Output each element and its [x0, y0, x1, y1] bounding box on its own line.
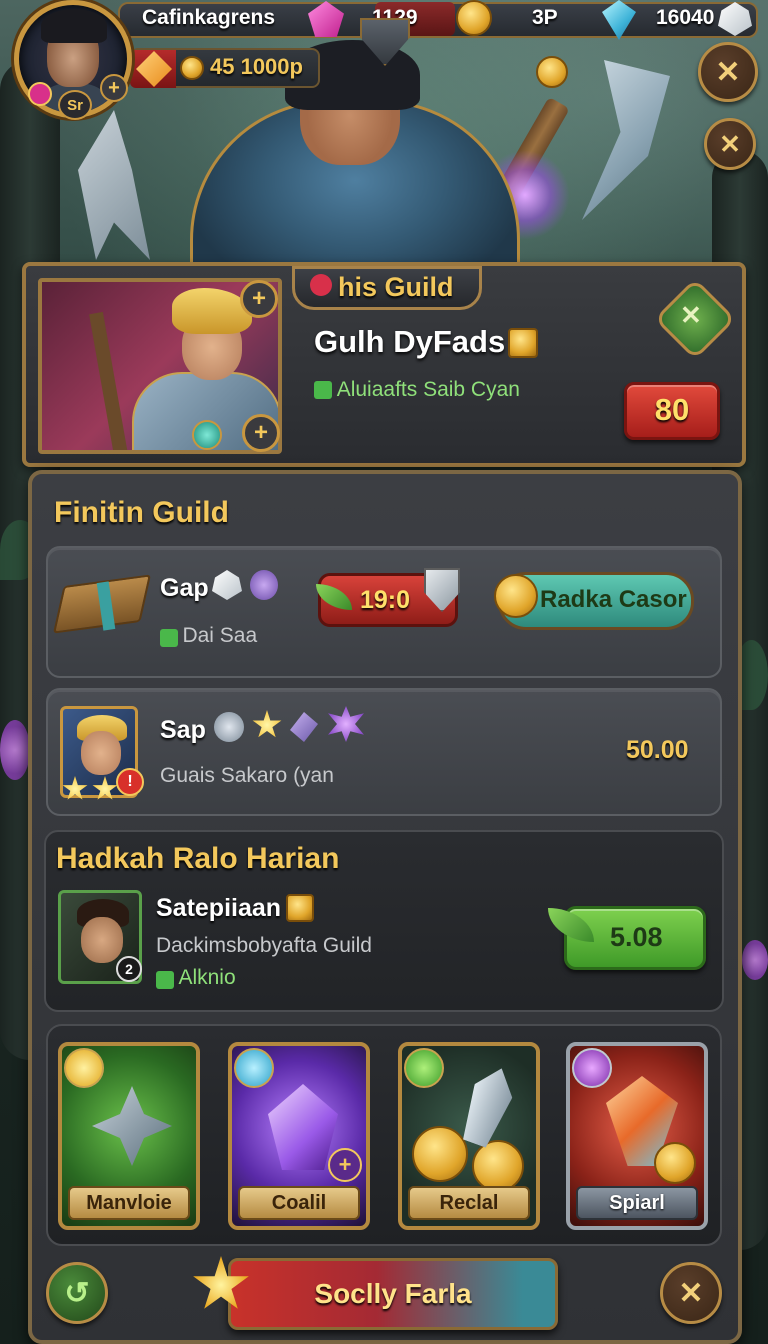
guild-value: 80: [654, 392, 690, 427]
heart-badge-icon: [28, 82, 52, 106]
leaf-badge-icon: [404, 1048, 444, 1088]
portrait-face: [81, 731, 121, 775]
staff: [89, 311, 129, 450]
item-label: Manvloie: [68, 1186, 190, 1220]
check-icon: [314, 381, 332, 400]
coin-stack-icon: [412, 1126, 468, 1182]
item-label: Spiarl: [576, 1186, 698, 1220]
back-button[interactable]: ↺: [46, 1262, 108, 1324]
crystal-count: 16040: [656, 6, 715, 29]
guild-name: Gulh DyFads: [314, 324, 506, 359]
guild-row[interactable]: [46, 688, 722, 816]
close-icon: ✕: [678, 1276, 704, 1310]
add-portrait-icon[interactable]: +: [242, 414, 280, 452]
item-card[interactable]: + Coalil: [228, 1042, 370, 1230]
coin-icon: [654, 1142, 696, 1184]
coin-icon: [472, 1140, 524, 1192]
add-portrait-icon[interactable]: +: [240, 280, 278, 318]
row3-check-text: Alknio: [178, 966, 236, 989]
teal-orb-icon: [192, 420, 222, 450]
alert-icon: !: [116, 768, 144, 796]
check-icon: [156, 970, 174, 989]
banner-title: his Guild: [338, 272, 454, 302]
item-card[interactable]: Spiarl: [566, 1042, 708, 1230]
teal-badge-icon: [234, 1048, 274, 1088]
item-label: Coalil: [238, 1186, 360, 1220]
close-icon: ✕: [719, 128, 741, 159]
row2-title: Sap: [160, 716, 206, 744]
item-label: Reclal: [408, 1186, 530, 1220]
chest-icon: [286, 894, 314, 922]
secondary-close-button[interactable]: ✕: [704, 118, 756, 170]
coin-icon: [494, 574, 538, 618]
back-arrow-icon: ↺: [64, 1276, 90, 1310]
item-card[interactable]: Manvloie: [58, 1042, 200, 1230]
row3-sub: Dackimsbobyafta Guild: [156, 934, 372, 957]
player-name: Cafinkagrens: [142, 6, 276, 29]
purple-stone-icon: [250, 570, 278, 600]
coin-icon: [180, 56, 204, 80]
row1-sub: Dai Saa: [160, 624, 257, 648]
bottom-close-button[interactable]: ✕: [660, 1262, 722, 1324]
check-icon: [160, 628, 178, 647]
guild-status-text: Aluiaafts Saib Cyan: [336, 378, 520, 401]
main-action-label: Soclly Farla: [314, 1278, 472, 1309]
row2-amount: 50.00: [626, 736, 689, 764]
points-count: 3P: [532, 6, 558, 29]
resource-line: 45 1000p: [210, 54, 303, 79]
section-title: Finitin Guild: [54, 496, 229, 529]
row3-check: Alknio: [156, 966, 236, 990]
row1-sub-text: Dai Saa: [182, 624, 258, 647]
portrait-face: [81, 917, 123, 963]
close-button[interactable]: ✕: [698, 42, 758, 102]
silver-stone-icon: [214, 712, 244, 742]
row1-price: 19:0: [360, 586, 411, 614]
add-avatar-icon[interactable]: +: [100, 74, 128, 102]
item-card[interactable]: Reclal: [398, 1042, 540, 1230]
cookie-coin-icon[interactable]: [536, 56, 568, 88]
coin-icon: [456, 0, 492, 36]
flower-decoration: [0, 720, 30, 780]
guild-status: Aluiaafts Saib Cyan: [314, 378, 520, 402]
purple-badge-icon: [572, 1048, 612, 1088]
add-icon: +: [328, 1148, 362, 1182]
dagger-icon: [456, 1062, 521, 1151]
row3-title: Satepiiaan: [156, 894, 282, 922]
chest-icon: [508, 328, 538, 358]
close-icon: ✕: [680, 300, 702, 330]
row1-title: Gap: [160, 574, 209, 602]
flower-decoration: [742, 940, 768, 980]
cross-blade-icon: [92, 1086, 172, 1166]
section2-title: Hadkah Ralo Harian: [56, 842, 340, 875]
row1-button-label: Radka Casor: [540, 586, 687, 613]
level-badge-icon: 2: [116, 956, 142, 982]
avatar-hair: [41, 9, 107, 43]
claim-button-label: 5.08: [610, 922, 663, 952]
coin-badge-icon: [64, 1048, 104, 1088]
close-icon: ✕: [715, 55, 741, 89]
rank-badge: Sr: [58, 90, 92, 120]
row2-sub: Guais Sakaro (yan: [160, 764, 334, 787]
crystal-icon: [268, 1084, 338, 1170]
heart-icon: [310, 274, 332, 296]
